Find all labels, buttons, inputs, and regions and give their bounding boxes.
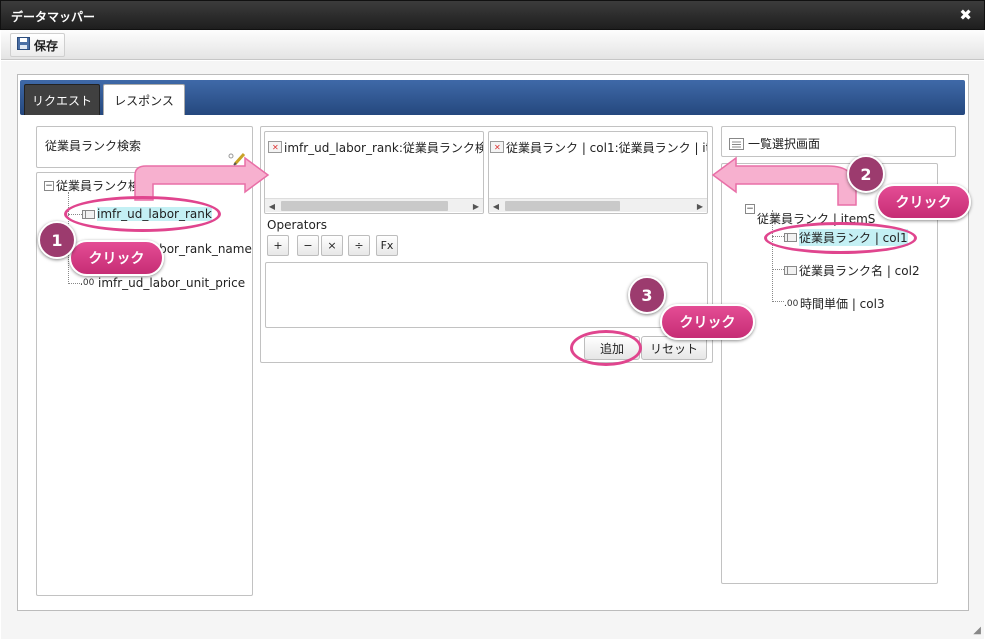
highlight-ring-1 (64, 196, 221, 232)
highlight-ring-2 (764, 222, 917, 254)
step-badge-3: 3 (628, 276, 666, 314)
step-badge-1: 1 (38, 221, 76, 259)
click-callout-3: クリック (660, 304, 755, 340)
click-callout-1: クリック (69, 240, 164, 276)
step-badge-2: 2 (847, 155, 885, 193)
resize-grip-icon[interactable]: ◢ (973, 625, 981, 636)
click-callout-2: クリック (876, 184, 971, 220)
highlight-ring-3 (570, 330, 642, 366)
arrow-left-to-source (134, 156, 270, 201)
annotation-arrows (134, 156, 857, 206)
arrow-right-to-target (711, 156, 857, 206)
